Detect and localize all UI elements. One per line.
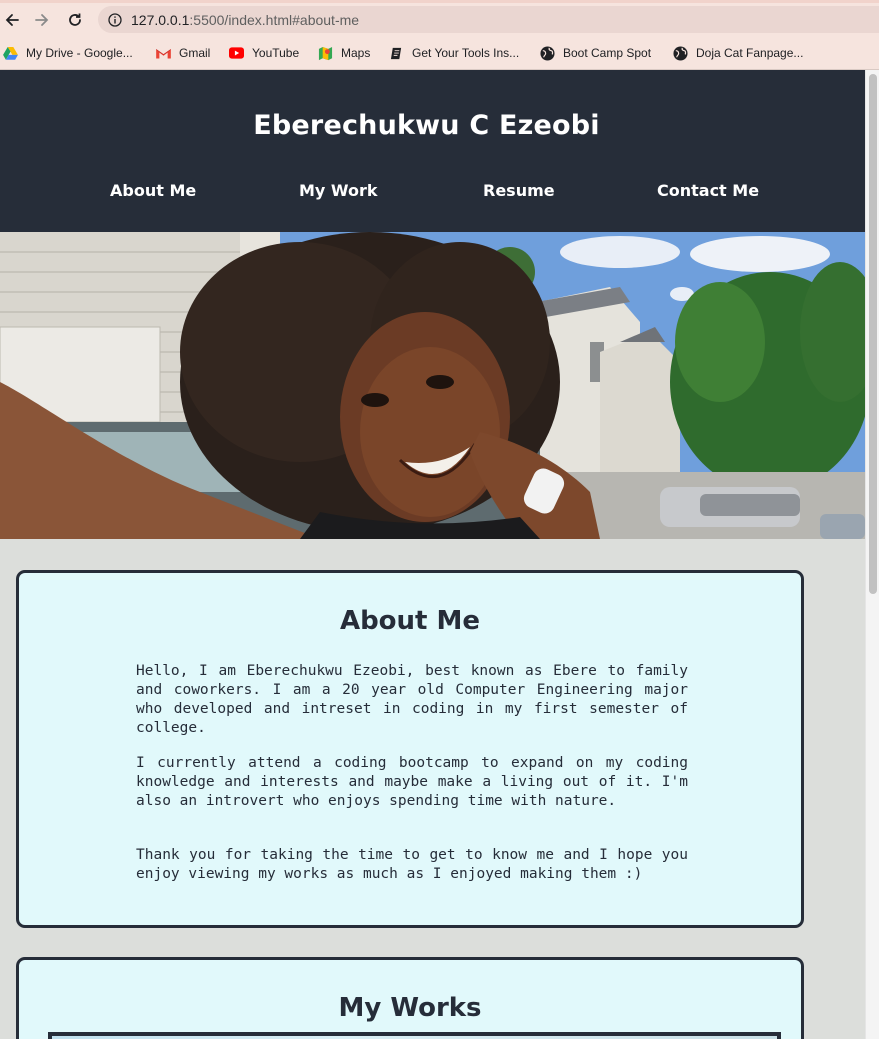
profile-photo-illustration: [0, 232, 865, 539]
my-works-heading: My Works: [338, 993, 482, 1023]
nav-resume[interactable]: Resume: [483, 181, 555, 200]
youtube-icon: [229, 46, 244, 61]
about-me-card: About Me Hello, I am Eberechukwu Ezeobi,…: [16, 570, 804, 928]
bookmark-label: Doja Cat Fanpage...: [696, 46, 804, 60]
site-title: Eberechukwu C Ezeobi: [253, 110, 600, 141]
reload-icon: [69, 13, 81, 26]
back-button[interactable]: [1, 9, 23, 31]
bookmark-label: Boot Camp Spot: [563, 46, 652, 60]
back-arrow-icon: [5, 14, 19, 26]
site-header: Eberechukwu C Ezeobi About Me My Work Re…: [0, 70, 865, 232]
my-works-card: My Works: [16, 957, 804, 1039]
nav-about-me[interactable]: About Me: [110, 181, 196, 200]
address-bar[interactable]: 127.0.0.1:5500/index.html#about-me: [98, 6, 879, 33]
chrome-accent-line: [0, 0, 879, 3]
about-paragraph-1: Hello, I am Eberechukwu Ezeobi, best kno…: [136, 663, 688, 736]
about-paragraph-2: I currently attend a coding bootcamp to …: [136, 755, 688, 809]
web-page: Eberechukwu C Ezeobi About Me My Work Re…: [0, 70, 865, 1039]
nav-my-work[interactable]: My Work: [299, 181, 378, 200]
bookmark-doja-cat-fanpage[interactable]: Doja Cat Fanpage...: [673, 44, 803, 62]
maps-icon: [318, 46, 333, 61]
bookmark-label: Gmail: [179, 46, 211, 60]
reload-button[interactable]: [64, 9, 86, 31]
about-paragraph-3: Thank you for taking the time to get to …: [136, 847, 688, 882]
nav-contact-me[interactable]: Contact Me: [657, 181, 759, 200]
url-host: 127.0.0.1: [131, 11, 190, 28]
gmail-icon: [156, 46, 171, 61]
document-icon: [389, 46, 404, 61]
bookmark-my-drive[interactable]: My Drive - Google...: [3, 44, 133, 62]
url-text[interactable]: 127.0.0.1:5500/index.html#about-me: [131, 12, 359, 28]
google-drive-icon: [3, 46, 18, 61]
page-scrollbar[interactable]: [865, 70, 879, 1039]
bookmark-youtube[interactable]: YouTube: [229, 44, 299, 62]
work-preview-image[interactable]: [48, 1032, 781, 1039]
scrollbar-thumb[interactable]: [869, 74, 877, 594]
bookmark-label: My Drive - Google...: [26, 46, 133, 60]
hero-photo: [0, 232, 865, 539]
info-icon[interactable]: [108, 12, 122, 27]
bookmark-get-your-tools[interactable]: Get Your Tools Ins...: [389, 44, 519, 62]
bookmark-boot-camp-spot[interactable]: Boot Camp Spot: [540, 44, 651, 62]
globe-icon: [673, 45, 688, 61]
globe-icon: [540, 45, 555, 61]
forward-arrow-icon: [35, 14, 49, 26]
bookmarks-bar: My Drive - Google... Gmail YouTube Maps …: [0, 42, 879, 64]
forward-button[interactable]: [31, 9, 53, 31]
bookmark-label: Maps: [341, 46, 371, 60]
bookmark-maps[interactable]: Maps: [318, 44, 370, 62]
about-me-heading: About Me: [339, 606, 481, 636]
bookmark-gmail[interactable]: Gmail: [156, 44, 210, 62]
url-path: :5500/index.html#about-me: [189, 11, 360, 28]
bookmark-label: YouTube: [252, 46, 300, 60]
browser-chrome: 127.0.0.1:5500/index.html#about-me My Dr…: [0, 0, 879, 70]
bookmark-label: Get Your Tools Ins...: [412, 46, 520, 60]
